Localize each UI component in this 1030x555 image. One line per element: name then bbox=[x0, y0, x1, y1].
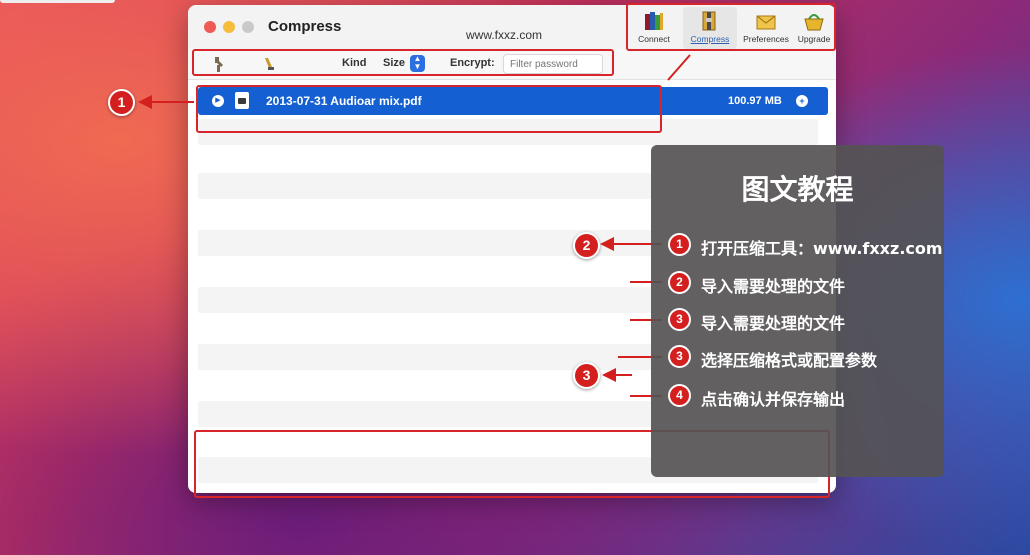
minimize-window-button[interactable] bbox=[223, 21, 235, 33]
step-text: 点击确认并保存输出 bbox=[701, 390, 846, 409]
step-number: 3 bbox=[668, 308, 691, 331]
window-title: Compress bbox=[268, 18, 342, 35]
step-number: 2 bbox=[668, 271, 691, 294]
tutorial-panel: 图文教程 1 打开压缩工具：www.fxxz.com 2 导入需要处理的文件 3… bbox=[651, 145, 944, 477]
step-number: 1 bbox=[668, 233, 691, 256]
step-text: 选择压缩格式或配置参数 bbox=[701, 351, 878, 370]
step-text: 导入需要处理的文件 bbox=[701, 277, 846, 296]
step-number: 4 bbox=[668, 384, 691, 407]
highlight-filter-bar bbox=[192, 49, 614, 76]
step-text: 导入需要处理的文件 bbox=[701, 314, 846, 333]
callout-badge-1: 1 bbox=[108, 89, 135, 116]
highlight-tools bbox=[626, 3, 836, 51]
close-window-button[interactable] bbox=[204, 21, 216, 33]
file-size: 100.97 MB bbox=[728, 95, 782, 107]
browser-tab-stub bbox=[0, 0, 115, 3]
highlight-file-row bbox=[196, 85, 662, 133]
site-watermark: www.fxxz.com bbox=[466, 28, 543, 42]
callout-badge-3: 3 bbox=[573, 362, 600, 389]
zoom-window-button[interactable] bbox=[242, 21, 254, 33]
step-text: 打开压缩工具：www.fxxz.com bbox=[701, 239, 943, 258]
step-number: 3 bbox=[668, 345, 691, 368]
callout-badge-2: 2 bbox=[573, 232, 600, 259]
tutorial-title: 图文教程 bbox=[741, 173, 854, 206]
add-icon[interactable]: + bbox=[796, 95, 808, 107]
